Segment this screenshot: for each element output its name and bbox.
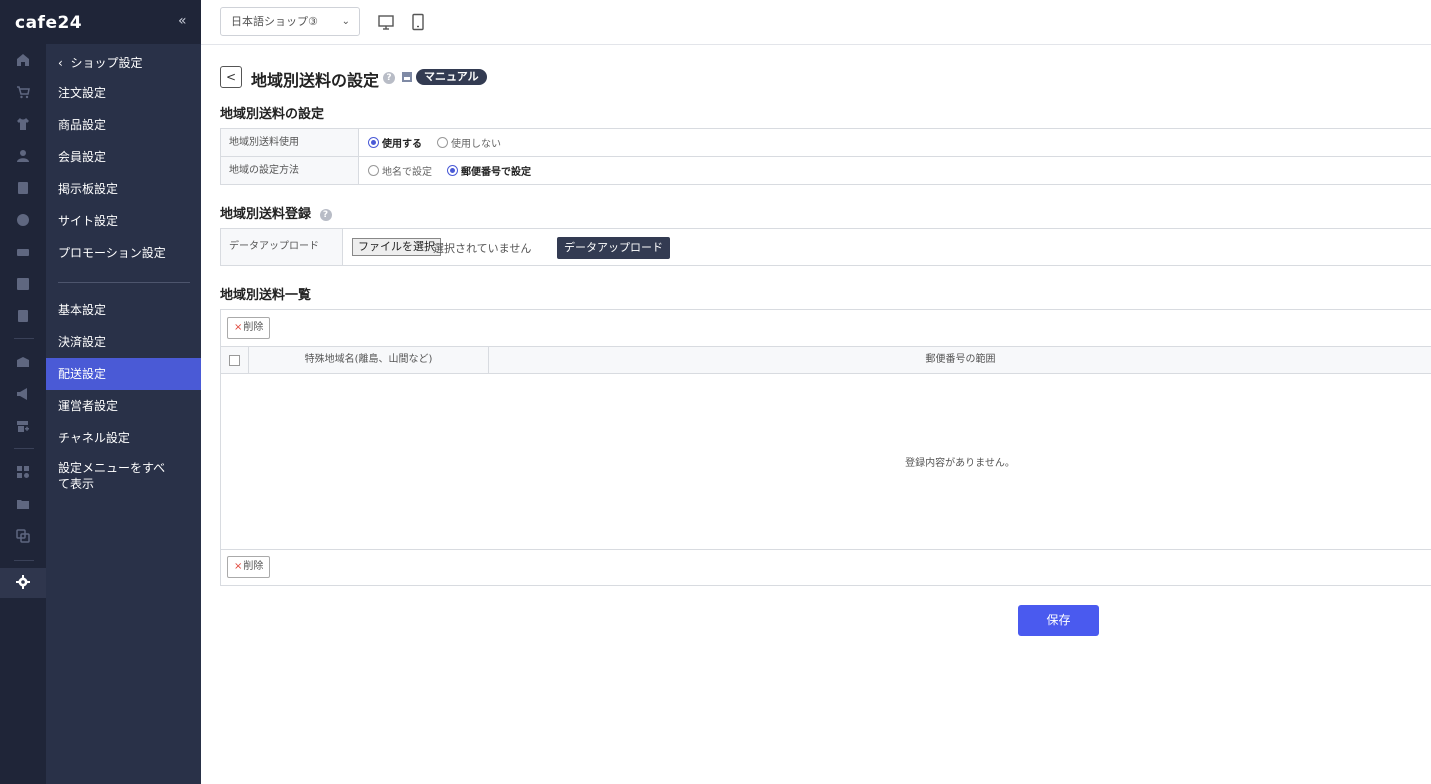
box-icon[interactable] xyxy=(15,354,31,370)
apps-icon[interactable] xyxy=(15,464,31,480)
file-status: 選択されていません xyxy=(433,242,532,255)
gear-icon[interactable] xyxy=(15,574,31,590)
column-header-postal-range: 郵便番号の範囲 xyxy=(925,354,996,365)
cart-icon[interactable] xyxy=(15,84,31,100)
section-title-list: 地域別送料一覧 xyxy=(220,288,312,303)
radio-dot xyxy=(368,137,379,148)
radio-not-use[interactable]: 使用しない xyxy=(437,135,501,150)
form-label: 地域別送料使用 xyxy=(220,129,359,156)
submenu-item-shipping[interactable]: 配送設定 xyxy=(46,358,201,390)
radio-by-postal-code[interactable]: 郵便番号で設定 xyxy=(447,163,531,178)
help-icon[interactable]: ? xyxy=(319,209,332,221)
submenu-item-site[interactable]: サイト設定 xyxy=(46,205,201,237)
submenu-item-all-settings[interactable]: 設定メニューをすべて表示 xyxy=(46,458,176,492)
delete-label: 削除 xyxy=(243,561,264,572)
upload-label: データアップロード xyxy=(220,229,343,265)
radio-dot xyxy=(437,137,448,148)
board-icon[interactable] xyxy=(15,180,31,196)
radio-label: 使用しない xyxy=(451,139,501,150)
submenu-item-channel[interactable]: チャネル設定 xyxy=(46,422,201,454)
select-all-checkbox[interactable] xyxy=(229,354,240,366)
section-title-register: 地域別送料登録 ? xyxy=(220,203,332,222)
folder-add-icon[interactable] xyxy=(15,496,31,512)
help-icon[interactable]: ? xyxy=(383,72,395,84)
submenu-item-promotion[interactable]: プロモーション設定 xyxy=(46,237,201,269)
shipping-list: ×削除 特殊地域名(離島、山間など) 郵便番号の範囲 登録内容がありません。 ×… xyxy=(220,309,1431,586)
excel-icon[interactable] xyxy=(15,308,31,324)
list-footer: ×削除 xyxy=(221,549,1431,586)
radio-label: 郵便番号で設定 xyxy=(461,167,531,178)
desktop-view-icon[interactable] xyxy=(377,13,395,31)
data-upload-button[interactable]: データアップロード xyxy=(557,237,670,259)
submenu-item-member[interactable]: 会員設定 xyxy=(46,141,201,173)
section-title-text: 地域別送料登録 xyxy=(220,207,312,222)
radio-use[interactable]: 使用する xyxy=(368,135,422,150)
back-button[interactable]: < xyxy=(220,66,242,88)
close-icon: × xyxy=(234,561,243,572)
radio-dot xyxy=(368,165,379,176)
collapse-menu-icon[interactable]: « xyxy=(178,13,187,29)
shop-select[interactable]: 日本語ショップ③ ⌄ xyxy=(220,7,360,36)
submenu-divider xyxy=(58,282,190,283)
chevron-left-icon: < xyxy=(225,70,237,84)
radio-by-place-name[interactable]: 地名で設定 xyxy=(368,163,432,178)
chevron-left-icon: ‹ xyxy=(58,56,63,70)
form-label: 地域の設定方法 xyxy=(220,157,359,184)
empty-message: 登録内容がありません。 xyxy=(905,458,1015,469)
store-add-icon[interactable] xyxy=(15,418,31,434)
delete-button-top[interactable]: ×削除 xyxy=(227,317,271,339)
user-icon[interactable] xyxy=(15,148,31,164)
home-icon[interactable] xyxy=(15,52,31,68)
choose-file-button[interactable]: ファイルを選択 xyxy=(352,238,441,256)
radio-label: 使用する xyxy=(382,139,422,150)
manual-badge[interactable]: マニュアル xyxy=(416,69,487,85)
rail-divider xyxy=(14,560,34,561)
delete-label: 削除 xyxy=(243,322,264,333)
table-header: 特殊地域名(離島、山間など) 郵便番号の範囲 xyxy=(221,346,1431,374)
rail-divider xyxy=(14,448,34,449)
chevron-down-icon: ⌄ xyxy=(341,16,350,27)
copy-icon[interactable] xyxy=(15,528,31,544)
megaphone-icon[interactable] xyxy=(15,386,31,402)
save-button[interactable]: 保存 xyxy=(1018,605,1099,636)
radio-dot xyxy=(447,165,458,176)
submenu-item-payment[interactable]: 決済設定 xyxy=(46,326,201,358)
top-bar: 日本語ショップ③ ⌄ xyxy=(201,0,1431,45)
settings-form: 地域別送料使用 使用する 使用しない 地域の設定方法 地名で設定 郵便番号で設定 xyxy=(220,128,1431,185)
submenu-title: ショップ設定 xyxy=(70,56,143,70)
form-row-method: 地域の設定方法 地名で設定 郵便番号で設定 xyxy=(220,157,1431,185)
logo-bar: cafe24 « xyxy=(0,0,201,44)
submenu-back-link[interactable]: ‹ ショップ設定 xyxy=(58,54,142,71)
submenu-item-board[interactable]: 掲示板設定 xyxy=(46,173,201,205)
delete-button-bottom[interactable]: ×削除 xyxy=(227,556,271,578)
submenu-item-product[interactable]: 商品設定 xyxy=(46,109,201,141)
radio-label: 地名で設定 xyxy=(382,167,432,178)
section-title-settings: 地域別送料の設定 xyxy=(220,107,325,122)
shirt-icon[interactable] xyxy=(15,116,31,132)
submenu-item-basic[interactable]: 基本設定 xyxy=(46,294,201,326)
shop-select-value: 日本語ショップ③ xyxy=(231,15,318,28)
mobile-view-icon[interactable] xyxy=(409,13,427,31)
column-header-region: 特殊地域名(離島、山間など) xyxy=(249,347,489,373)
close-icon: × xyxy=(234,322,243,333)
cafe24-logo: cafe24 xyxy=(15,13,83,33)
upload-row: データアップロード ファイルを選択 選択されていません データアップロード xyxy=(220,228,1431,266)
stats-icon[interactable] xyxy=(15,276,31,292)
submenu-item-operator[interactable]: 運営者設定 xyxy=(46,390,201,422)
page-title: 地域別送料の設定 xyxy=(251,71,380,90)
form-row-usage: 地域別送料使用 使用する 使用しない xyxy=(220,129,1431,157)
palette-icon[interactable] xyxy=(15,212,31,228)
submenu-item-order[interactable]: 注文設定 xyxy=(46,77,201,109)
store-icon[interactable] xyxy=(401,71,413,83)
settings-submenu: ‹ ショップ設定 注文設定 商品設定 会員設定 掲示板設定 サイト設定 プロモー… xyxy=(46,44,201,784)
coupon-icon[interactable] xyxy=(15,244,31,260)
main-content: < 地域別送料の設定 ? マニュアル 地域別送料の設定 地域別送料使用 使用する… xyxy=(201,45,1431,784)
rail-divider xyxy=(14,338,34,339)
